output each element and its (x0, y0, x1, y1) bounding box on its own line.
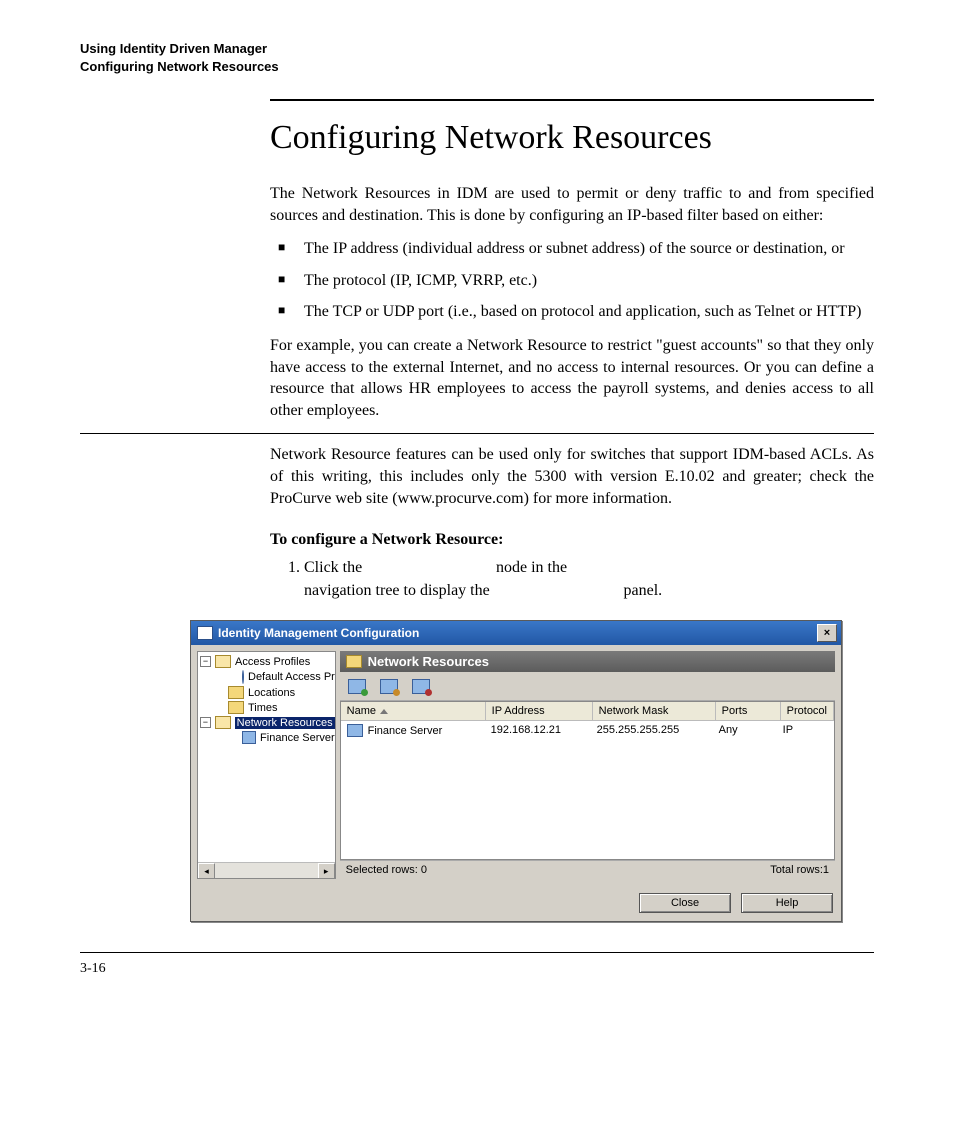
step-item: Click the Network Resources node in the … (304, 557, 874, 602)
tree-scrollbar[interactable]: ◂ ▸ (198, 862, 335, 878)
bullet-item: The IP address (individual address or su… (270, 238, 874, 260)
cell-mask: 255.255.255.255 (591, 723, 713, 738)
folder-icon (228, 701, 244, 714)
cell-ip: 192.168.12.21 (485, 723, 591, 738)
cell-ports: Any (713, 723, 777, 738)
mid-rule (80, 433, 874, 434)
close-button[interactable]: Close (639, 893, 731, 913)
tree-label: Locations (248, 687, 295, 699)
step-text-d: panel. (623, 582, 662, 599)
tree-node-access-profiles[interactable]: − Access Profiles (200, 654, 335, 669)
resource-icon (347, 724, 363, 737)
col-protocol[interactable]: Protocol (781, 702, 834, 720)
tree-label: Finance Server (260, 732, 335, 744)
globe-icon (242, 670, 244, 684)
resource-table[interactable]: Name IP Address Network Mask Ports Proto… (340, 701, 835, 860)
folder-icon (228, 686, 244, 699)
bullet-list: The IP address (individual address or su… (270, 238, 874, 323)
folder-icon (346, 655, 362, 668)
delete-icon (412, 679, 430, 694)
collapse-icon[interactable]: − (200, 656, 211, 667)
edit-icon (380, 679, 398, 694)
col-ip[interactable]: IP Address (486, 702, 593, 720)
cell-name: Finance Server (368, 725, 443, 737)
table-header[interactable]: Name IP Address Network Mask Ports Proto… (341, 702, 834, 721)
tree-node-locations[interactable]: Locations (200, 685, 335, 700)
folder-icon (215, 655, 231, 668)
bullet-item: The protocol (IP, ICMP, VRRP, etc.) (270, 270, 874, 292)
status-total: Total rows:1 (770, 864, 829, 876)
procedure-heading: To configure a Network Resource: (270, 531, 874, 549)
tree-node-default-access[interactable]: Default Access Pr (200, 669, 335, 685)
window-titlebar[interactable]: Identity Management Configuration × (191, 621, 841, 645)
tree-node-times[interactable]: Times (200, 700, 335, 715)
example-paragraph: For example, you can create a Network Re… (270, 335, 874, 421)
status-bar: Selected rows: 0 Total rows:1 (340, 860, 835, 879)
table-row[interactable]: Finance Server 192.168.12.21 255.255.255… (341, 721, 834, 740)
step-text-a: Click the (304, 559, 366, 576)
config-window: Identity Management Configuration × − Ac… (190, 620, 842, 922)
delete-resource-button[interactable] (410, 676, 432, 696)
scroll-right-icon[interactable]: ▸ (318, 863, 335, 879)
running-head-line1: Using Identity Driven Manager (80, 40, 874, 58)
dialog-buttons: Close Help (191, 885, 841, 921)
top-rule (270, 99, 874, 101)
intro-paragraph: The Network Resources in IDM are used to… (270, 183, 874, 226)
step-text-b: node in the (496, 559, 567, 576)
scroll-left-icon[interactable]: ◂ (198, 863, 215, 879)
tree-node-network-resources[interactable]: − Network Resources (200, 715, 335, 730)
panel-title: Network Resources (368, 654, 489, 669)
bullet-item: The TCP or UDP port (i.e., based on prot… (270, 301, 874, 323)
col-name[interactable]: Name (341, 702, 486, 720)
collapse-icon[interactable]: − (200, 717, 211, 728)
help-button[interactable]: Help (741, 893, 833, 913)
step-list: Click the Network Resources node in the … (270, 557, 874, 602)
tree-label: Default Access Pr (248, 671, 335, 683)
page-title: Configuring Network Resources (270, 119, 874, 157)
close-icon[interactable]: × (817, 624, 837, 642)
folder-icon (215, 716, 231, 729)
footer-rule (80, 952, 874, 953)
note-paragraph: Network Resource features can be used on… (270, 444, 874, 509)
panel-header: Network Resources (340, 651, 835, 672)
resource-icon (242, 731, 256, 744)
page-number: 3-16 (80, 961, 874, 977)
running-head-line2: Configuring Network Resources (80, 58, 874, 76)
col-mask[interactable]: Network Mask (593, 702, 716, 720)
add-resource-button[interactable] (346, 676, 368, 696)
navigation-tree[interactable]: − Access Profiles Default Access Pr Loca… (197, 651, 336, 879)
edit-resource-button[interactable] (378, 676, 400, 696)
panel-toolbar (340, 672, 835, 701)
col-ports[interactable]: Ports (716, 702, 781, 720)
window-title: Identity Management Configuration (218, 626, 419, 640)
sort-asc-icon (380, 709, 388, 714)
tree-label: Access Profiles (235, 656, 310, 668)
tree-node-finance-server[interactable]: Finance Server (200, 730, 335, 745)
add-icon (348, 679, 366, 694)
tree-label: Times (248, 702, 278, 714)
tree-label-selected: Network Resources (235, 717, 335, 729)
status-selected: Selected rows: 0 (346, 864, 427, 876)
app-icon (197, 626, 213, 640)
cell-protocol: IP (777, 723, 834, 738)
step-text-c: navigation tree to display the (304, 582, 494, 599)
running-head: Using Identity Driven Manager Configurin… (80, 40, 874, 75)
